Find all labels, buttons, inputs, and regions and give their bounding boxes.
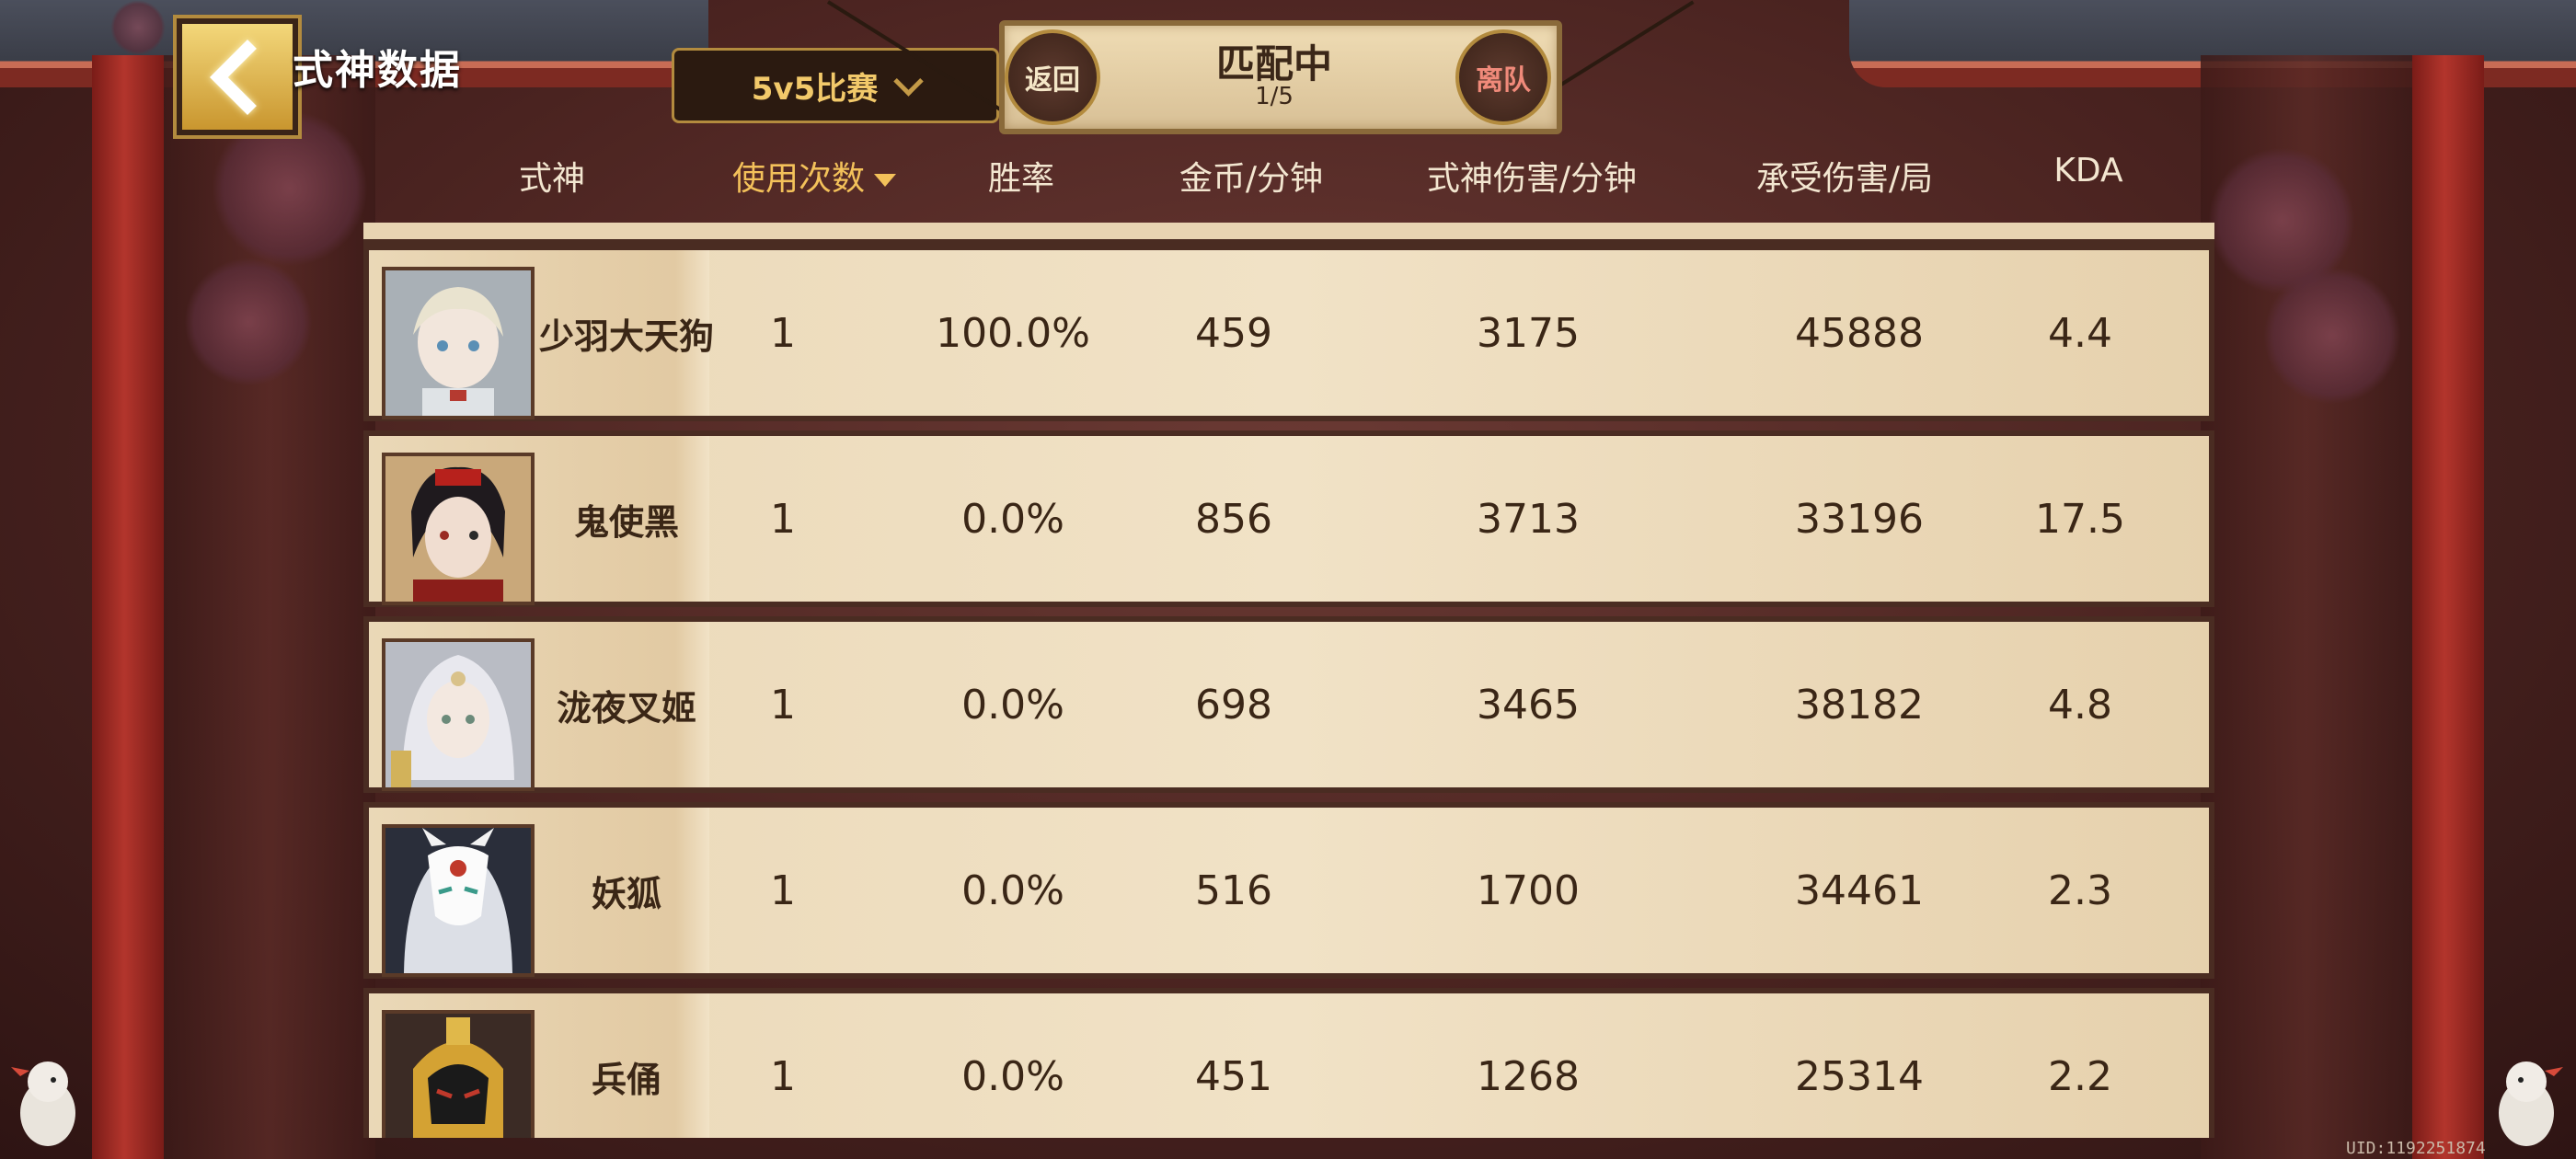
pillar-left — [92, 55, 164, 1159]
mode-dropdown[interactable]: 5v5比赛 — [672, 48, 999, 123]
page-title: 式神数据 — [293, 47, 462, 94]
uid-label: UID:1192251874 — [2346, 1139, 2486, 1158]
table-row[interactable]: 兵俑 1 0.0% 451 1268 25314 2.2 — [363, 988, 2214, 1138]
leave-team-button-label: 离队 — [1476, 64, 1531, 97]
column-header-gold[interactable]: 金币/分钟 — [1159, 152, 1343, 200]
mascot-icon — [11, 1049, 85, 1150]
column-header-damage-taken[interactable]: 承受伤害/局 — [1730, 152, 1960, 200]
shikigami-avatar — [382, 1010, 535, 1138]
flower-decoration — [184, 258, 313, 386]
winrate-value: 0.0% — [961, 866, 1064, 914]
damage-value: 3465 — [1477, 681, 1580, 729]
kda-value: 2.3 — [2048, 866, 2112, 914]
gold-value: 516 — [1195, 866, 1272, 914]
mascot-icon — [2490, 1049, 2563, 1150]
match-player-count: 1/5 — [1255, 83, 1294, 110]
uses-value: 1 — [770, 495, 796, 543]
table-row[interactable]: 妖狐 1 0.0% 516 1700 34461 2.3 — [363, 802, 2214, 979]
damage-taken-value: 25314 — [1795, 1052, 1924, 1100]
shikigami-avatar — [382, 638, 535, 791]
kda-value: 2.2 — [2048, 1052, 2112, 1100]
damage-value: 1268 — [1477, 1052, 1580, 1100]
column-header-damage[interactable]: 式神伤害/分钟 — [1408, 152, 1656, 200]
shikigami-avatar — [382, 824, 535, 977]
table-row[interactable]: 泷夜叉姬 1 0.0% 698 3465 38182 4.8 — [363, 616, 2214, 793]
kda-value: 17.5 — [2035, 495, 2125, 543]
winrate-value: 0.0% — [961, 681, 1064, 729]
chevron-down-icon — [893, 65, 924, 97]
winrate-value: 0.0% — [961, 1052, 1064, 1100]
shikigami-name: 鬼使黑 — [573, 501, 679, 543]
kda-value: 4.4 — [2048, 309, 2112, 357]
table-row-partial — [363, 223, 2214, 245]
return-button[interactable]: 返回 — [1005, 29, 1100, 125]
gold-value: 698 — [1195, 681, 1272, 729]
mode-dropdown-label: 5v5比赛 — [751, 70, 879, 108]
column-header-uses[interactable]: 使用次数 — [708, 152, 920, 200]
table-row[interactable]: 鬼使黑 1 0.0% 856 3713 33196 17.5 — [363, 430, 2214, 607]
gold-value: 856 — [1195, 495, 1272, 543]
kda-value: 4.8 — [2048, 681, 2112, 729]
column-header-kda[interactable]: KDA — [2033, 152, 2144, 189]
shikigami-avatar — [382, 453, 535, 605]
shikigami-name: 妖狐 — [591, 873, 661, 914]
damage-taken-value: 34461 — [1795, 866, 1924, 914]
damage-taken-value: 33196 — [1795, 495, 1924, 543]
gold-value: 451 — [1195, 1052, 1272, 1100]
damage-value: 3175 — [1477, 309, 1580, 357]
chevron-left-icon — [209, 39, 286, 115]
blossom-icon — [110, 0, 166, 55]
damage-taken-value: 38182 — [1795, 681, 1924, 729]
back-button[interactable] — [177, 18, 298, 135]
table-row[interactable]: 少羽大天狗 1 100.0% 459 3175 45888 4.4 — [363, 245, 2214, 421]
shikigami-name: 泷夜叉姬 — [556, 687, 696, 729]
leave-team-button[interactable]: 离队 — [1455, 29, 1551, 125]
damage-value: 1700 — [1477, 866, 1580, 914]
shikigami-name: 少羽大天狗 — [538, 316, 714, 357]
pillar-right — [2412, 55, 2484, 1159]
gold-value: 459 — [1195, 309, 1272, 357]
uses-value: 1 — [770, 681, 796, 729]
winrate-value: 100.0% — [936, 309, 1090, 357]
damage-taken-value: 45888 — [1795, 309, 1924, 357]
sort-descending-icon — [874, 174, 896, 187]
uses-value: 1 — [770, 1052, 796, 1100]
column-header-winrate[interactable]: 胜率 — [966, 152, 1076, 200]
return-button-label: 返回 — [1025, 64, 1080, 97]
flower-decoration — [2263, 267, 2401, 405]
match-status-text: 匹配中 — [1215, 41, 1332, 86]
stats-table[interactable]: 少羽大天狗 1 100.0% 459 3175 45888 4.4 鬼使黑 1 … — [363, 223, 2214, 1138]
uses-value: 1 — [770, 309, 796, 357]
column-header-shikigami: 式神 — [518, 160, 585, 198]
winrate-value: 0.0% — [961, 495, 1064, 543]
column-header-uses-label: 使用次数 — [731, 160, 865, 198]
shikigami-name: 兵俑 — [591, 1059, 661, 1100]
damage-value: 3713 — [1477, 495, 1580, 543]
shikigami-avatar — [382, 267, 535, 419]
uses-value: 1 — [770, 866, 796, 914]
